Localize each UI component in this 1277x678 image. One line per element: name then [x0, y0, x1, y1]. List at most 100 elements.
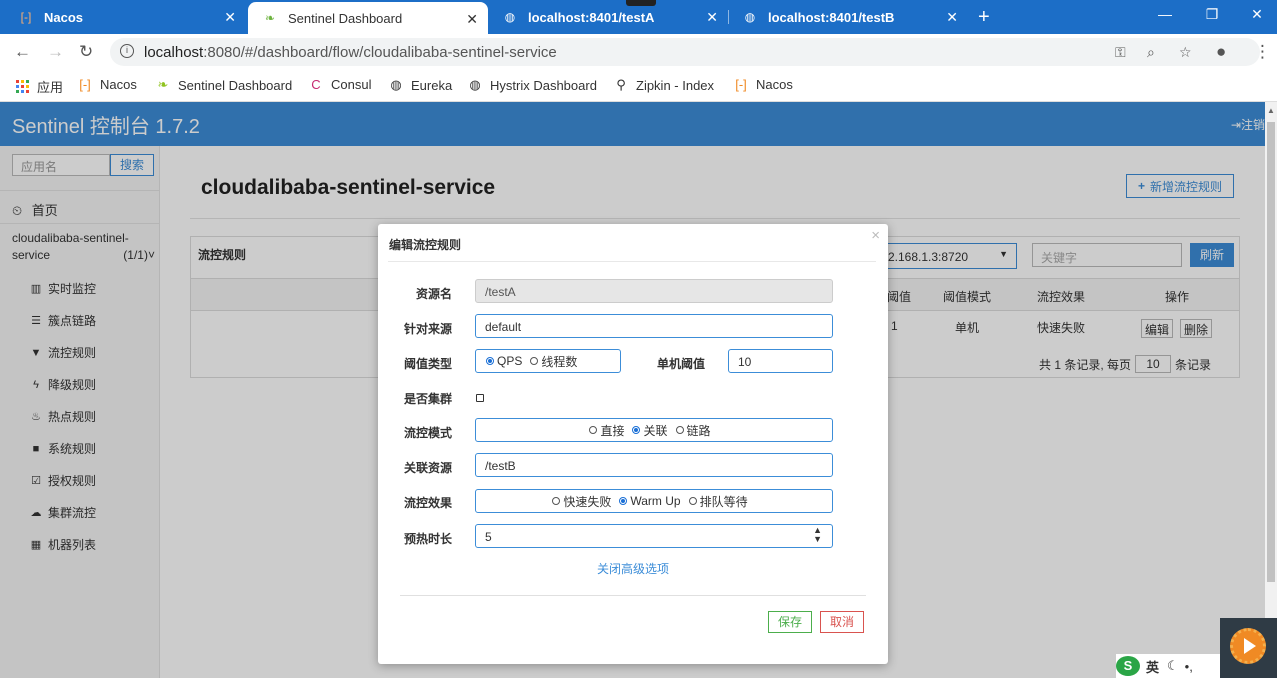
bookmarks-bar: 应用 [-] Nacos ❧ Sentinel Dashboard C Cons… [0, 70, 1277, 102]
tab-title: Sentinel Dashboard [288, 10, 403, 26]
url-text: localhost:8080/#/dashboard/flow/cloudali… [144, 44, 557, 61]
mode-radio-group: 直接 关联 链路 [475, 418, 833, 442]
divider [400, 595, 866, 596]
bookmark-label: 应用 [37, 80, 64, 95]
radio-direct[interactable]: 直接 [589, 422, 624, 439]
bookmark-label: Nacos [756, 77, 793, 92]
divider [388, 261, 876, 262]
ime-toolbar[interactable]: S 英 ☾ •, [1116, 654, 1220, 678]
close-icon[interactable]: ✕ [946, 9, 958, 26]
close-icon[interactable]: ✕ [706, 9, 718, 26]
label-effect: 流控效果 [404, 496, 453, 510]
radio-queue[interactable]: 排队等待 [688, 493, 748, 510]
maximize-icon[interactable]: ❐ [1202, 6, 1222, 23]
nacos-icon: [-] [20, 10, 32, 24]
key-icon[interactable]: ⚿ [1115, 44, 1126, 61]
apps-icon [16, 80, 29, 93]
dialog-title: 编辑流控规则 [389, 238, 462, 252]
leaf-icon: ❧ [264, 11, 276, 25]
profile-icon[interactable]: ● [1216, 42, 1226, 62]
tooltip-stub [626, 0, 656, 6]
close-window-icon[interactable]: ✕ [1247, 6, 1267, 23]
bookmark-label: Consul [331, 77, 372, 92]
nacos-icon: [-] [79, 77, 91, 92]
bookmark-nacos-2[interactable]: [-] Nacos [734, 77, 793, 92]
bookmark-consul[interactable]: C Consul [309, 77, 371, 92]
menu-icon[interactable]: ⋮ [1254, 42, 1271, 62]
label-single-threshold: 单机阈值 [657, 357, 706, 371]
zipkin-icon: ⚲ [616, 77, 626, 92]
zoom-icon[interactable]: ⌕ [1147, 44, 1155, 61]
media-widget[interactable] [1220, 618, 1277, 678]
save-button[interactable]: 保存 [768, 611, 812, 633]
label-threshold-type: 阈值类型 [404, 357, 453, 371]
toggle-advanced-link[interactable]: 关闭高级选项 [378, 560, 888, 577]
browser-tab-bar: [-] Nacos ✕ ❧ Sentinel Dashboard ✕ ◍ loc… [0, 0, 1277, 34]
reload-icon[interactable]: ↻ [79, 42, 93, 62]
label-resource: 资源名 [416, 287, 453, 301]
bookmark-label: Zipkin - Index [636, 77, 715, 93]
tab-title: localhost:8401/testB [768, 9, 895, 25]
address-bar: ← → ↻ i localhost:8080/#/dashboard/flow/… [0, 34, 1277, 70]
bookmark-label: Eureka [411, 77, 453, 93]
origin-field[interactable]: default [475, 314, 833, 338]
url-input[interactable]: i localhost:8080/#/dashboard/flow/clouda… [110, 38, 1260, 66]
resource-field: /testA [475, 279, 833, 303]
bookmark-eureka[interactable]: ◍ Eureka [389, 77, 452, 93]
bookmark-hystrix[interactable]: ◍ Hystrix Dashboard [468, 77, 597, 93]
info-icon[interactable]: i [120, 44, 134, 58]
leaf-icon: ❧ [157, 77, 169, 92]
radio-fast-fail[interactable]: 快速失败 [552, 493, 611, 510]
bookmark-label: Hystrix Dashboard [490, 77, 597, 93]
bookmark-sentinel[interactable]: ❧ Sentinel Dashboard [156, 77, 293, 93]
bookmark-nacos[interactable]: [-] Nacos [78, 77, 137, 92]
scroll-up-icon[interactable]: ▲ [1267, 106, 1275, 115]
punctuation-icon: •, [1184, 658, 1193, 674]
close-icon[interactable]: ✕ [224, 9, 236, 26]
new-tab-button[interactable]: + [978, 6, 990, 29]
label-warmup: 预热时长 [404, 532, 453, 546]
scrollbar-thumb[interactable] [1267, 122, 1275, 582]
tab-testB[interactable]: ◍ localhost:8401/testB ✕ [728, 0, 968, 34]
radio-threads[interactable]: 线程数 [530, 353, 577, 370]
effect-radio-group: 快速失败 Warm Up 排队等待 [475, 489, 833, 513]
warmup-stepper[interactable]: 5 ▲ ▼ [475, 524, 833, 548]
forward-icon[interactable]: → [47, 42, 64, 62]
tab-nacos[interactable]: [-] Nacos ✕ [4, 0, 246, 34]
back-icon[interactable]: ← [14, 42, 31, 62]
radio-chain[interactable]: 链路 [675, 422, 711, 439]
globe-icon: ◍ [744, 10, 756, 24]
bookmark-label: Sentinel Dashboard [178, 77, 293, 93]
bookmark-apps[interactable]: 应用 [16, 77, 63, 96]
bookmark-zipkin[interactable]: ⚲ Zipkin - Index [614, 77, 714, 93]
tab-testA[interactable]: ◍ localhost:8401/testA ✕ [488, 0, 728, 34]
stepper-arrows-icon[interactable]: ▲ ▼ [813, 526, 822, 544]
edit-flow-rule-dialog: 编辑流控规则 × 资源名 /testA 针对来源 default 阈值类型 QP… [378, 224, 888, 664]
moon-icon: ☾ [1167, 658, 1179, 673]
radio-relate[interactable]: 关联 [632, 422, 668, 439]
ref-resource-field[interactable]: /testB [475, 453, 833, 477]
label-cluster: 是否集群 [404, 392, 453, 406]
radio-qps[interactable]: QPS [486, 354, 522, 368]
consul-icon: C [311, 77, 321, 92]
play-icon [1244, 638, 1256, 654]
radio-warm-up[interactable]: Warm Up [619, 494, 681, 508]
sogou-icon: S [1116, 656, 1140, 676]
label-ref-resource: 关联资源 [404, 461, 453, 475]
single-threshold-field[interactable]: 10 [728, 349, 833, 373]
label-origin: 针对来源 [404, 322, 453, 336]
page-scrollbar[interactable]: ▲ [1265, 102, 1277, 678]
close-icon[interactable]: × [871, 227, 880, 244]
globe-icon: ◍ [469, 77, 481, 92]
tab-sentinel-dashboard[interactable]: ❧ Sentinel Dashboard ✕ [248, 2, 488, 34]
close-icon[interactable]: ✕ [466, 11, 478, 28]
nacos-icon: [-] [735, 77, 747, 92]
tab-title: localhost:8401/testA [528, 9, 655, 25]
bookmark-label: Nacos [100, 77, 137, 92]
minimize-icon[interactable]: — [1155, 6, 1175, 22]
ime-language: 英 [1146, 659, 1160, 675]
globe-icon: ◍ [390, 77, 402, 92]
star-icon[interactable]: ☆ [1179, 44, 1192, 61]
cluster-checkbox[interactable] [476, 394, 484, 402]
cancel-button[interactable]: 取消 [820, 611, 864, 633]
